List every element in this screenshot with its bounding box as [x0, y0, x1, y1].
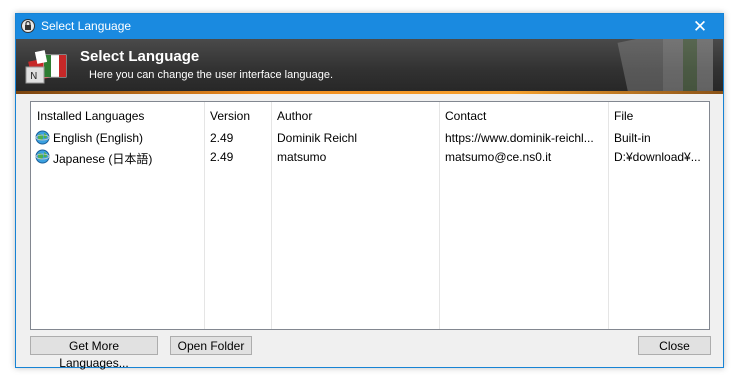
- banner-accent-line: [16, 91, 723, 94]
- keepass-lock-icon: [21, 19, 35, 33]
- language-flags-icon: N: [25, 50, 67, 84]
- get-more-languages-button[interactable]: Get More Languages...: [30, 336, 158, 370]
- column-header-author[interactable]: Author: [277, 109, 312, 123]
- close-button[interactable]: Close: [638, 336, 711, 355]
- language-contact: matsumo@ce.ns0.it: [445, 150, 552, 164]
- language-version: 2.49: [210, 131, 234, 145]
- window-title: Select Language: [41, 19, 132, 33]
- header-banner: N Select Language Here you can change th…: [16, 39, 723, 94]
- language-name: English (English): [53, 131, 144, 145]
- svg-text:N: N: [30, 71, 37, 82]
- title-bar[interactable]: Select Language ✕: [16, 14, 723, 39]
- languages-list[interactable]: Installed Languages Version Author Conta…: [30, 101, 710, 330]
- language-author: Dominik Reichl: [277, 131, 358, 145]
- globe-icon: [35, 130, 50, 145]
- globe-icon: [35, 149, 50, 164]
- language-author: matsumo: [277, 150, 327, 164]
- column-header-contact[interactable]: Contact: [445, 109, 486, 123]
- language-file: Built-in: [614, 131, 651, 145]
- list-header: Installed Languages Version Author Conta…: [31, 102, 709, 129]
- language-contact: https://www.dominik-reichl...: [445, 131, 594, 145]
- language-file: D:¥download¥...: [614, 150, 701, 164]
- close-icon[interactable]: ✕: [677, 14, 723, 39]
- column-header-language[interactable]: Installed Languages: [37, 109, 144, 123]
- dialog-window: Select Language ✕ N Select Language Here…: [15, 13, 724, 370]
- language-name: Japanese (日本語): [53, 152, 153, 166]
- column-header-version[interactable]: Version: [210, 109, 250, 123]
- table-row[interactable]: Japanese (日本語) 2.49 matsumo matsumo@ce.n…: [31, 148, 709, 167]
- banner-heading: Select Language: [80, 48, 200, 65]
- language-version: 2.49: [210, 150, 234, 164]
- open-folder-button[interactable]: Open Folder: [170, 336, 252, 355]
- banner-watermark-icon: [617, 39, 713, 91]
- table-row[interactable]: English (English) 2.49 Dominik Reichl ht…: [31, 129, 709, 148]
- column-header-file[interactable]: File: [614, 109, 633, 123]
- banner-subtitle: Here you can change the user interface l…: [89, 69, 333, 81]
